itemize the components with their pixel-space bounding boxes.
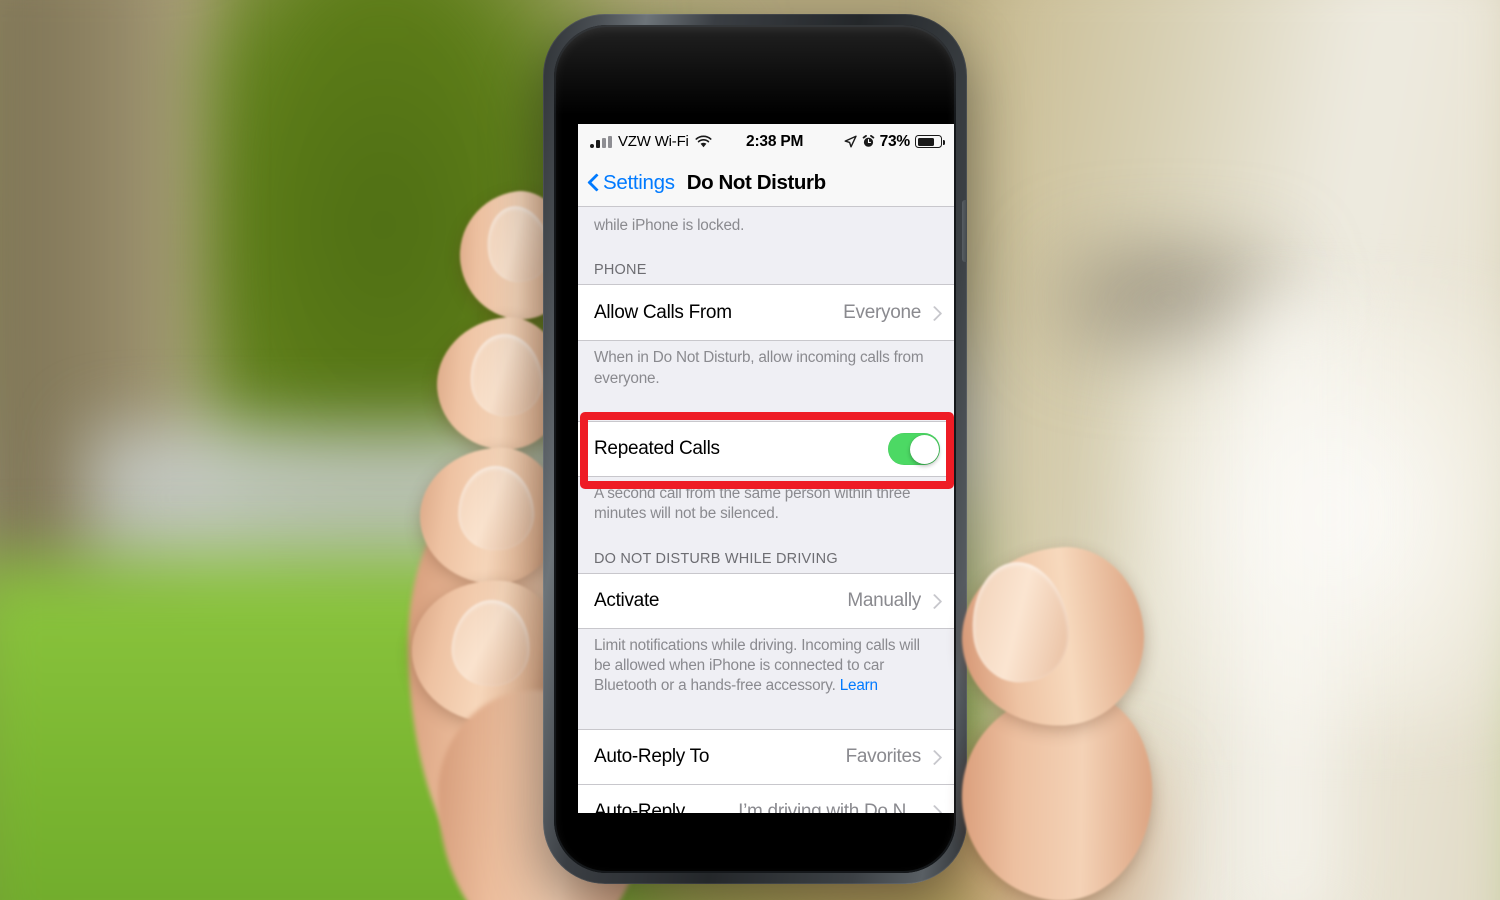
back-button-settings[interactable]: Settings — [588, 171, 675, 195]
footer-note-driving: Limit notifications while driving. Incom… — [578, 629, 954, 699]
page-title: Do Not Disturb — [686, 170, 826, 194]
chevron-right-icon — [929, 304, 940, 322]
battery-icon — [915, 135, 945, 148]
chevron-right-icon — [929, 803, 940, 813]
iphone-device: VZW Wi-Fi 2:38 PM 73% Settings Do Not Di… — [543, 14, 967, 884]
toggle-knob — [909, 434, 939, 464]
row-label: Repeated Calls — [594, 438, 720, 460]
row-label: Allow Calls From — [594, 301, 732, 323]
row-label: Activate — [594, 589, 660, 611]
wifi-icon — [695, 135, 712, 148]
section-header-phone: PHONE — [594, 262, 647, 279]
settings-table[interactable]: while iPhone is locked. PHONE Allow Call… — [578, 207, 954, 813]
chevron-right-icon — [929, 748, 940, 766]
chevron-right-icon — [929, 592, 940, 610]
row-value: Favorites — [845, 745, 921, 767]
section-header-driving: DO NOT DISTURB WHILE DRIVING — [594, 550, 838, 567]
bezel-glare — [554, 25, 956, 115]
battery-percent-label: 73% — [879, 132, 911, 150]
carrier-label: VZW Wi-Fi — [618, 133, 689, 150]
row-label: Auto-Reply To — [594, 745, 710, 767]
repeated-calls-row-container: Repeated Calls — [578, 421, 954, 478]
learn-link[interactable]: Learn — [840, 677, 878, 694]
row-value: Manually — [847, 589, 921, 611]
row-value: Everyone — [843, 301, 921, 323]
footer-note-allow-calls: When in Do Not Disturb, allow incoming c… — [594, 349, 924, 387]
navigation-bar: Settings Do Not Disturb — [578, 159, 954, 207]
row-auto-reply[interactable]: Auto-Reply I’m driving with Do N... — [578, 784, 954, 813]
status-bar: VZW Wi-Fi 2:38 PM 73% — [578, 124, 954, 159]
row-repeated-calls[interactable]: Repeated Calls — [578, 421, 954, 478]
alarm-clock-icon — [862, 135, 875, 148]
back-button-label: Settings — [603, 170, 675, 194]
row-label: Auto-Reply — [594, 801, 685, 813]
footer-note-repeated-calls: A second call from the same person withi… — [594, 485, 911, 523]
phone-screen-glass: VZW Wi-Fi 2:38 PM 73% Settings Do Not Di… — [554, 25, 956, 873]
signal-bars-icon — [590, 135, 612, 148]
background-right-column — [1245, 300, 1340, 900]
status-bar-time: 2:38 PM — [746, 132, 804, 150]
power-button[interactable] — [962, 200, 967, 262]
row-activate[interactable]: Activate Manually — [578, 572, 954, 629]
location-arrow-icon — [844, 135, 857, 148]
repeated-calls-toggle[interactable] — [888, 433, 940, 466]
app-screen: VZW Wi-Fi 2:38 PM 73% Settings Do Not Di… — [578, 124, 954, 813]
row-auto-reply-to[interactable]: Auto-Reply To Favorites — [578, 728, 954, 785]
chevron-left-icon — [588, 173, 600, 193]
partial-footer-note: while iPhone is locked. — [594, 217, 745, 234]
row-allow-calls-from[interactable]: Allow Calls From Everyone — [578, 284, 954, 341]
row-value: I’m driving with Do N... — [738, 801, 921, 813]
